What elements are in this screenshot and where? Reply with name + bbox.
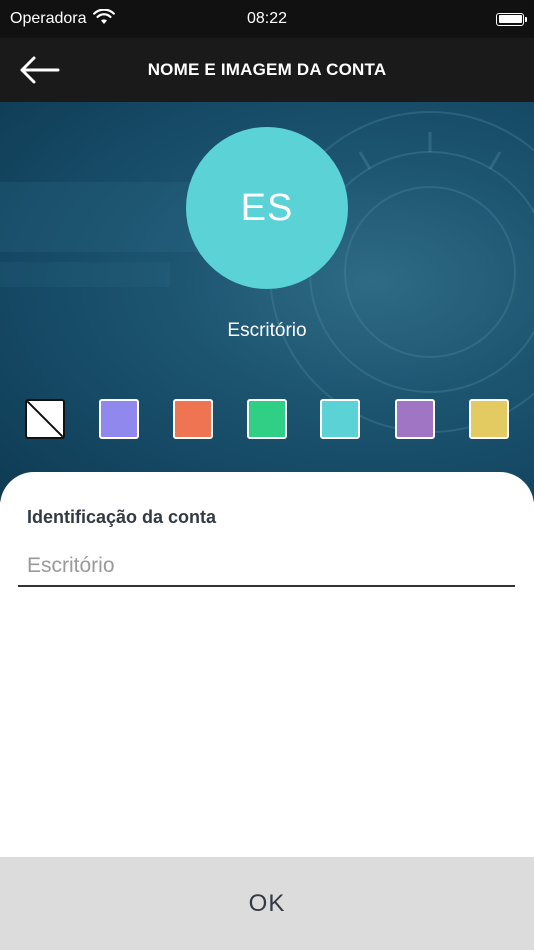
color-swatch-cyan[interactable]: [320, 399, 360, 439]
top-app-bar: NOME E IMAGEM DA CONTA: [0, 38, 534, 102]
color-swatch-orange[interactable]: [173, 399, 213, 439]
status-bar: Operadora 08:22: [0, 0, 534, 38]
page-title: NOME E IMAGEM DA CONTA: [147, 60, 387, 79]
back-button[interactable]: [16, 52, 62, 88]
account-form-card: Identificação da conta: [0, 472, 534, 857]
account-preview-section: ES Escritório: [0, 102, 534, 502]
color-swatch-green[interactable]: [247, 399, 287, 439]
account-id-label: Identificação da conta: [27, 507, 217, 527]
account-avatar: ES: [186, 127, 348, 289]
color-swatch-none[interactable]: [25, 399, 65, 439]
no-color-icon: [27, 401, 63, 437]
account-name-input[interactable]: [18, 547, 515, 587]
account-name-label: Escritório: [227, 320, 307, 341]
status-time: 08:22: [246, 10, 288, 27]
ok-button[interactable]: OK: [0, 857, 534, 950]
color-swatch-lavender[interactable]: [99, 399, 139, 439]
color-swatch-yellow[interactable]: [469, 399, 509, 439]
color-swatch-purple[interactable]: [395, 399, 435, 439]
avatar-initials: ES: [240, 186, 294, 229]
color-picker: [25, 399, 511, 441]
battery-icon: [496, 12, 527, 26]
arrow-left-icon: [20, 56, 60, 84]
